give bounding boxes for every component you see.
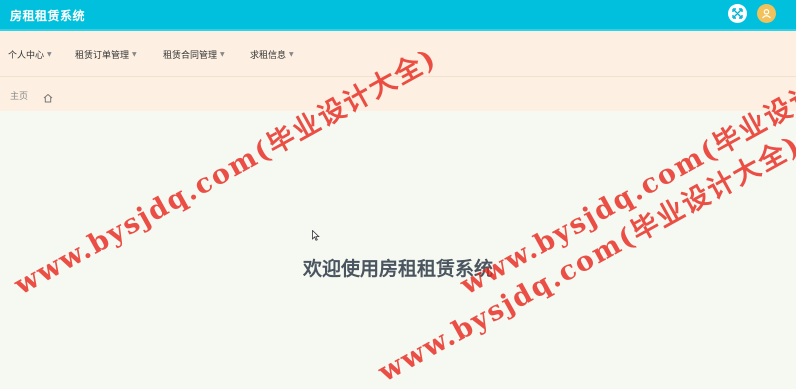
mouse-cursor-icon: [312, 230, 320, 241]
fullscreen-icon: [732, 8, 743, 19]
app-title: 房租租赁系统: [10, 9, 86, 23]
nav-rental-orders[interactable]: 租赁订单管理 ▼: [75, 48, 137, 61]
nav-rental-contracts[interactable]: 租赁合同管理 ▼: [163, 48, 225, 61]
welcome-heading: 欢迎使用房租租赁系统: [302, 258, 493, 280]
nav-label: 求租信息: [250, 51, 287, 61]
top-header: 房租租赁系统: [0, 0, 796, 31]
main-nav: 个人中心 ▼ 租赁订单管理 ▼ 租赁合同管理 ▼ 求租信息 ▼: [0, 31, 796, 77]
user-icon: [762, 8, 771, 19]
nav-personal-center[interactable]: 个人中心 ▼: [8, 48, 52, 61]
nav-label: 个人中心: [8, 51, 45, 61]
caret-down-icon: ▼: [132, 51, 137, 58]
breadcrumb-home[interactable]: 主页: [10, 89, 28, 102]
fullscreen-button[interactable]: [728, 4, 747, 23]
nav-label: 租赁合同管理: [163, 51, 218, 61]
nav-rental-requests[interactable]: 求租信息 ▼: [250, 48, 294, 61]
caret-down-icon: ▼: [289, 51, 294, 58]
breadcrumb: 主页: [0, 77, 796, 111]
nav-label: 租赁订单管理: [75, 51, 130, 61]
home-icon[interactable]: [43, 88, 53, 107]
user-avatar[interactable]: [757, 4, 776, 23]
caret-down-icon: ▼: [220, 51, 225, 58]
caret-down-icon: ▼: [47, 51, 52, 58]
